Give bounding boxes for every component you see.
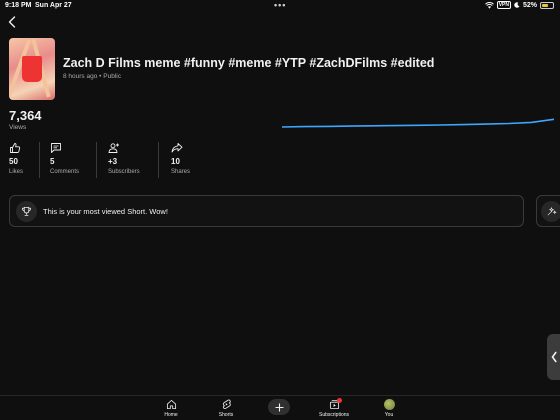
short-title: Zach D Films meme #funny #meme #YTP #Zac… — [63, 56, 435, 70]
analytics-screen: 9:18 PM Sun Apr 27 ••• VPN 52% Zach D Fi… — [0, 0, 560, 420]
published-age: 8 hours ago — [63, 73, 98, 80]
home-icon — [166, 399, 176, 410]
stat-divider — [158, 142, 159, 178]
nav-shorts[interactable]: Shorts — [206, 399, 246, 418]
likes-label: Likes — [9, 169, 24, 175]
multitasking-dots[interactable]: ••• — [274, 0, 286, 10]
chevron-left-icon — [551, 351, 557, 363]
meta-separator: • — [99, 73, 102, 80]
thumbnail-cup — [22, 56, 42, 82]
side-panel-handle[interactable] — [547, 334, 560, 380]
nav-subscriptions[interactable]: Subscriptions — [314, 398, 354, 418]
views-sparkline-chart — [282, 118, 554, 128]
views-label: Views — [9, 124, 27, 131]
views-series-line — [282, 118, 554, 128]
likes-stat[interactable]: 50 Likes — [9, 142, 23, 180]
battery-icon — [540, 1, 554, 9]
nav-home[interactable]: Home — [151, 399, 191, 418]
shares-count: 10 — [171, 157, 180, 166]
avatar — [383, 399, 395, 410]
chevron-left-icon — [8, 16, 16, 28]
trophy-badge — [16, 201, 37, 222]
short-thumbnail[interactable] — [9, 38, 55, 100]
comments-stat[interactable]: 5 Comments — [50, 142, 79, 180]
plus-icon — [274, 402, 284, 412]
subscribers-stat[interactable]: +3 Subscribers — [108, 142, 140, 180]
nav-subscriptions-label: Subscriptions — [318, 412, 349, 418]
thumbs-up-icon — [10, 143, 21, 153]
shares-stat[interactable]: 10 Shares — [171, 142, 190, 180]
share-icon — [171, 143, 183, 153]
nav-home-label: Home — [164, 412, 178, 418]
bottom-navigation-bar: Home Shorts Subscriptions You — [0, 395, 560, 420]
insight-badge — [541, 201, 560, 222]
status-indicators: VPN 52% — [484, 1, 554, 9]
next-highlight-card[interactable] — [536, 195, 560, 227]
shorts-icon — [222, 399, 231, 410]
comments-count: 5 — [50, 157, 55, 166]
subscribers-label: Subscribers — [108, 169, 140, 175]
visibility-status: Public — [103, 73, 121, 80]
comment-icon — [51, 143, 61, 153]
status-time: 9:18 PM — [5, 2, 32, 9]
highlight-text: This is your most viewed Short. Wow! — [43, 207, 168, 216]
nav-shorts-label: Shorts — [218, 412, 234, 418]
back-button[interactable] — [4, 13, 20, 31]
sparkle-icon — [547, 207, 557, 216]
likes-count: 50 — [9, 157, 18, 166]
add-person-icon — [108, 143, 119, 153]
battery-level-fill — [542, 3, 548, 7]
wifi-icon — [484, 1, 494, 9]
trophy-icon — [22, 206, 31, 217]
comments-label: Comments — [50, 169, 80, 175]
stat-divider — [39, 142, 40, 178]
status-bar: 9:18 PM Sun Apr 27 ••• VPN 52% — [0, 0, 560, 12]
nav-you-label: You — [384, 412, 394, 418]
status-date: Sun Apr 27 — [35, 2, 72, 9]
battery-percent: 52% — [522, 1, 537, 9]
create-button[interactable] — [268, 399, 290, 415]
most-viewed-highlight-card[interactable]: This is your most viewed Short. Wow! — [9, 195, 524, 227]
moon-icon — [514, 2, 520, 8]
stat-divider — [96, 142, 97, 178]
vpn-badge: VPN — [496, 1, 511, 9]
shares-label: Shares — [171, 169, 191, 175]
nav-you[interactable]: You — [369, 399, 409, 418]
notification-dot — [337, 398, 342, 403]
subscribers-count: +3 — [108, 157, 118, 166]
short-meta: 8 hours ago • Public — [63, 73, 121, 80]
views-count: 7,364 — [9, 108, 42, 123]
